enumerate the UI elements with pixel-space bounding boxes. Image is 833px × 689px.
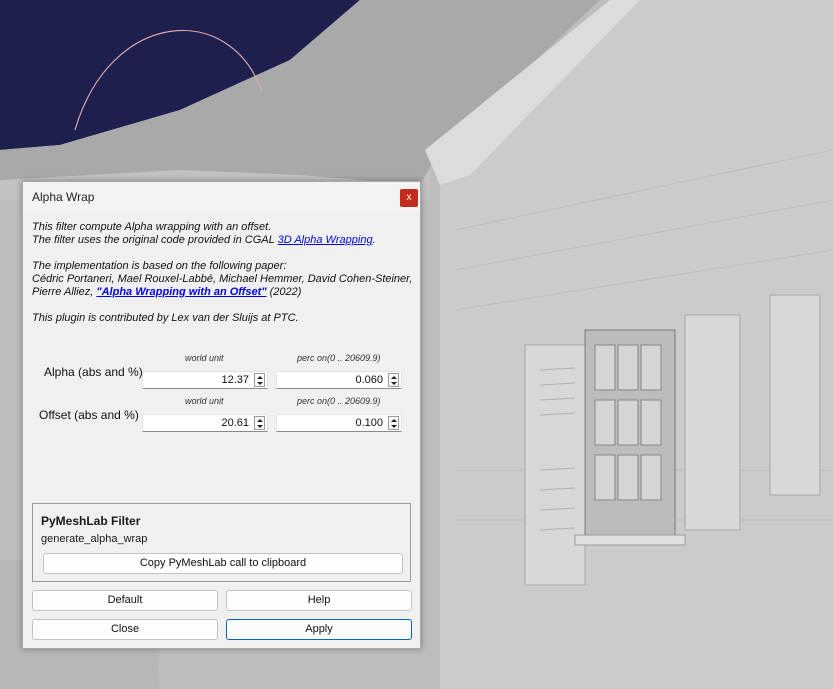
description-line-5-suffix: (2022) — [266, 286, 302, 298]
alpha-label: Alpha (abs and %) — [44, 365, 143, 379]
description-line-5-prefix: Pierre Alliez, — [32, 286, 97, 298]
default-button[interactable]: Default — [32, 590, 218, 611]
offset-percent-spinbox[interactable]: 0.100 — [276, 414, 402, 432]
dialog-title: Alpha Wrap — [32, 190, 95, 204]
description-line-5: Pierre Alliez, "Alpha Wrapping with an O… — [32, 286, 301, 298]
offset-world-unit-spinbox[interactable]: 20.61 — [142, 414, 268, 432]
alpha-world-unit-spinbox[interactable]: 12.37 — [142, 371, 268, 389]
spin-arrows-icon[interactable] — [254, 373, 265, 387]
right-shutter — [684, 314, 741, 531]
spin-arrows-icon[interactable] — [254, 416, 265, 430]
alpha-percent-value: 0.060 — [355, 374, 383, 386]
offset-percent-header: perc on(0 .. 20609.9) — [297, 396, 381, 406]
spin-arrows-icon[interactable] — [388, 373, 399, 387]
copy-pymeshlab-call-button[interactable]: Copy PyMeshLab call to clipboard — [43, 553, 403, 574]
far-right-shutter — [769, 294, 821, 496]
description-line-3: The implementation is based on the follo… — [32, 260, 287, 272]
alpha-world-unit-value: 12.37 — [221, 374, 249, 386]
alpha-world-unit-header: world unit — [185, 353, 224, 363]
offset-world-unit-header: world unit — [185, 396, 224, 406]
offset-label: Offset (abs and %) — [39, 408, 139, 422]
description-line-2: The filter uses the original code provid… — [32, 234, 376, 246]
pymeshlab-filter-group: PyMeshLab Filter generate_alpha_wrap Cop… — [32, 503, 411, 582]
description-line-6: This plugin is contributed by Lex van de… — [32, 312, 299, 324]
window-panes — [594, 344, 662, 501]
paper-link[interactable]: "Alpha Wrapping with an Offset" — [96, 286, 266, 298]
alpha-percent-spinbox[interactable]: 0.060 — [276, 371, 402, 389]
description-line-2-prefix: The filter uses the original code provid… — [32, 234, 278, 246]
help-button[interactable]: Help — [226, 590, 412, 611]
offset-world-unit-value: 20.61 — [221, 417, 249, 429]
dialog-titlebar[interactable]: Alpha Wrap x — [23, 182, 420, 212]
offset-percent-value: 0.100 — [355, 417, 383, 429]
alpha-percent-header: perc on(0 .. 20609.9) — [297, 353, 381, 363]
alpha-wrap-dialog: Alpha Wrap x This filter compute Alpha w… — [22, 181, 421, 649]
spin-arrows-icon[interactable] — [388, 416, 399, 430]
close-button[interactable]: Close — [32, 619, 218, 640]
cgal-alpha-wrapping-link[interactable]: 3D Alpha Wrapping — [278, 234, 373, 246]
window-sill — [574, 534, 686, 546]
pymeshlab-function-name: generate_alpha_wrap — [41, 533, 148, 545]
left-shutter — [524, 344, 586, 586]
description-line-4: Cédric Portaneri, Mael Rouxel-Labbé, Mic… — [32, 273, 413, 285]
apply-button[interactable]: Apply — [226, 619, 412, 640]
description-line-2-suffix: . — [372, 234, 376, 246]
close-icon[interactable]: x — [400, 189, 418, 207]
description-line-1: This filter compute Alpha wrapping with … — [32, 221, 272, 233]
pymeshlab-filter-title: PyMeshLab Filter — [41, 514, 141, 528]
